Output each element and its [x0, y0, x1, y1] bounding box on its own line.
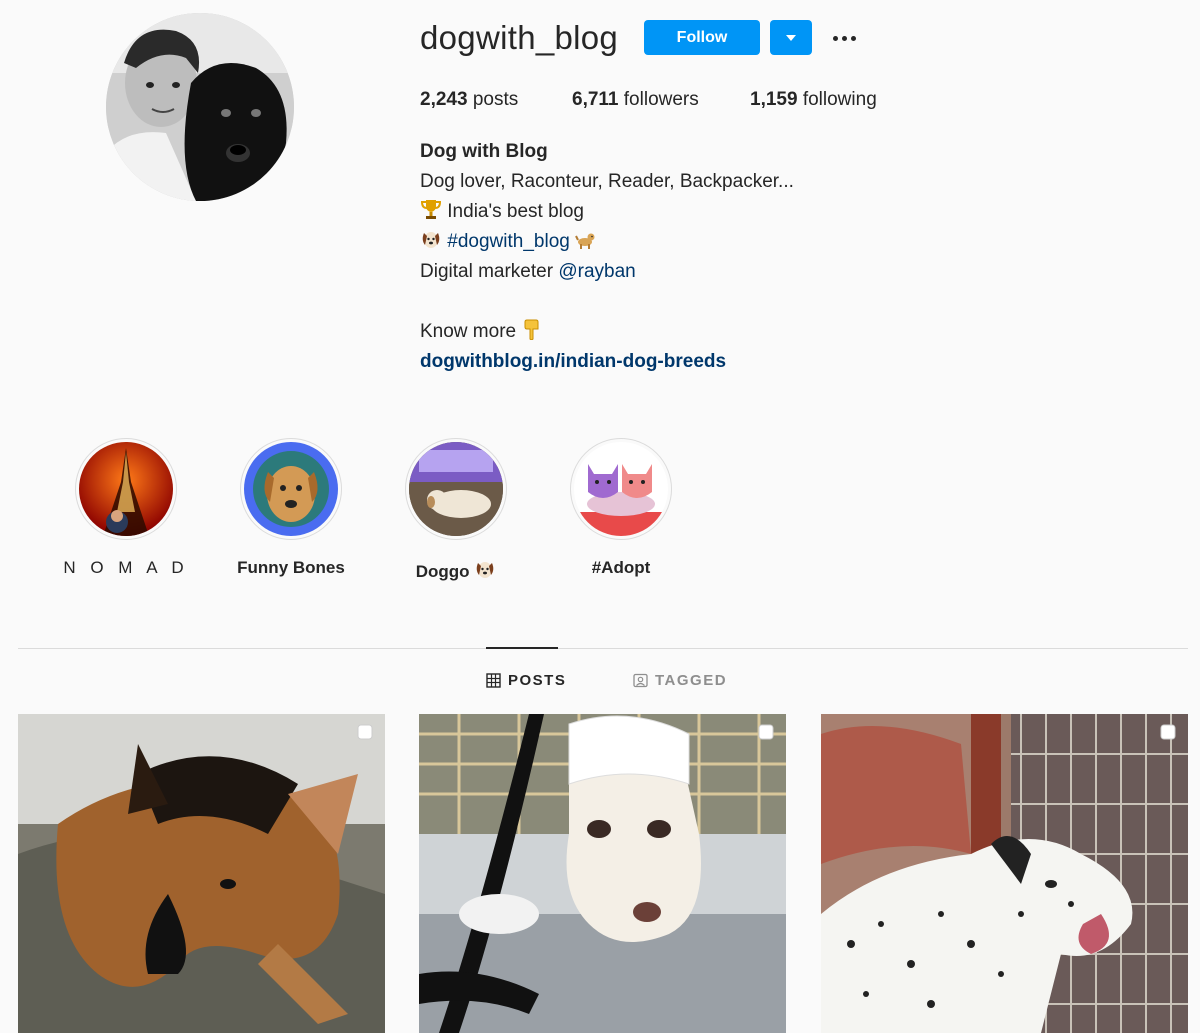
- followers-label: followers: [623, 89, 699, 110]
- tab-posts-label: POSTS: [508, 672, 567, 689]
- highlight-label: N O M A D: [63, 558, 189, 577]
- profile-bio: Dog with Blog Dog lover, Raconteur, Read…: [420, 137, 794, 377]
- dog-face-icon: [476, 562, 494, 578]
- more-options-button[interactable]: [826, 24, 862, 52]
- more-dot-icon: [832, 35, 838, 41]
- german-shepherd-image: [18, 714, 385, 1033]
- highlight-ring: [240, 438, 342, 540]
- active-tab-indicator: [486, 647, 558, 649]
- tab-tagged-label: TAGGED: [655, 672, 728, 689]
- highlight-label: Funny Bones: [237, 558, 345, 577]
- grid-icon: [486, 673, 501, 688]
- bio-know-more-text: Know more: [420, 321, 517, 342]
- bio-line-website: dogwithblog.in/indian-dog-breeds: [420, 347, 794, 377]
- story-highlight-nomad[interactable]: N O M A D: [56, 438, 196, 578]
- tabs-divider: [18, 648, 1188, 649]
- tab-tagged[interactable]: TAGGED: [633, 672, 727, 689]
- follow-button[interactable]: Follow: [644, 20, 760, 55]
- more-dot-icon: [841, 35, 847, 41]
- suggested-accounts-dropdown-button[interactable]: [770, 20, 812, 55]
- tab-posts[interactable]: POSTS: [486, 672, 566, 689]
- multiple-posts-icon: [357, 724, 373, 740]
- bio-website-link[interactable]: dogwithblog.in/indian-dog-breeds: [420, 351, 726, 372]
- eiffel-tower-icon: [79, 442, 173, 536]
- multiple-posts-icon: [1160, 724, 1176, 740]
- highlight-ring: [75, 438, 177, 540]
- posts-count-stat: 2,243 posts: [420, 88, 518, 112]
- sleeping-dog-icon: [409, 442, 503, 536]
- cartoon-cats-icon: [574, 442, 668, 536]
- bio-line-work: Digital marketer @rayban: [420, 257, 794, 287]
- post-thumbnail-german-shepherd[interactable]: [18, 714, 385, 1033]
- bio-blank-line: [420, 287, 794, 317]
- bio-line-know-more: Know more: [420, 317, 794, 347]
- more-dot-icon: [850, 35, 856, 41]
- posts-label: posts: [472, 89, 519, 110]
- bio-line-description: Dog lover, Raconteur, Reader, Backpacker…: [420, 171, 794, 192]
- story-highlight-funny-bones[interactable]: Funny Bones: [221, 438, 361, 578]
- bio-award-text: India's best blog: [447, 201, 585, 222]
- posts-count: 2,243: [420, 89, 468, 110]
- chevron-down-icon: [786, 34, 796, 41]
- bio-line-award: India's best blog: [420, 197, 794, 227]
- bio-line-hashtag: #dogwith_blog: [420, 227, 794, 257]
- highlight-ring: [570, 438, 672, 540]
- dog-icon: [575, 233, 595, 249]
- bio-hashtag-link[interactable]: #dogwith_blog: [447, 231, 570, 252]
- profile-full-name: Dog with Blog: [420, 141, 548, 162]
- followers-stat-link[interactable]: 6,711 followers: [572, 88, 699, 112]
- post-thumbnail-dalmatian[interactable]: [821, 714, 1188, 1033]
- bio-mention-link[interactable]: @rayban: [558, 261, 635, 282]
- dog-face-icon: [422, 232, 440, 248]
- highlight-ring: [405, 438, 507, 540]
- dalmatian-image: [821, 714, 1188, 1033]
- following-stat-link[interactable]: 1,159 following: [750, 88, 877, 112]
- profile-avatar[interactable]: [106, 13, 294, 201]
- story-highlight-adopt[interactable]: #Adopt: [551, 438, 691, 578]
- white-dog-image: [419, 714, 786, 1033]
- highlight-label: Doggo: [386, 558, 526, 582]
- pointing-down-icon: [524, 319, 539, 340]
- post-thumbnail-white-dog[interactable]: [419, 714, 786, 1033]
- following-label: following: [802, 89, 877, 110]
- multiple-posts-icon: [758, 724, 774, 740]
- tagged-person-icon: [633, 673, 648, 688]
- trophy-icon: [420, 200, 442, 219]
- bio-work-text: Digital marketer: [420, 261, 554, 282]
- puppy-icon: [244, 442, 338, 536]
- following-count: 1,159: [750, 89, 798, 110]
- followers-count: 6,711: [572, 89, 619, 110]
- profile-username: dogwith_blog: [420, 19, 619, 56]
- highlight-label: #Adopt: [591, 558, 651, 577]
- story-highlight-doggo[interactable]: Doggo: [386, 438, 526, 582]
